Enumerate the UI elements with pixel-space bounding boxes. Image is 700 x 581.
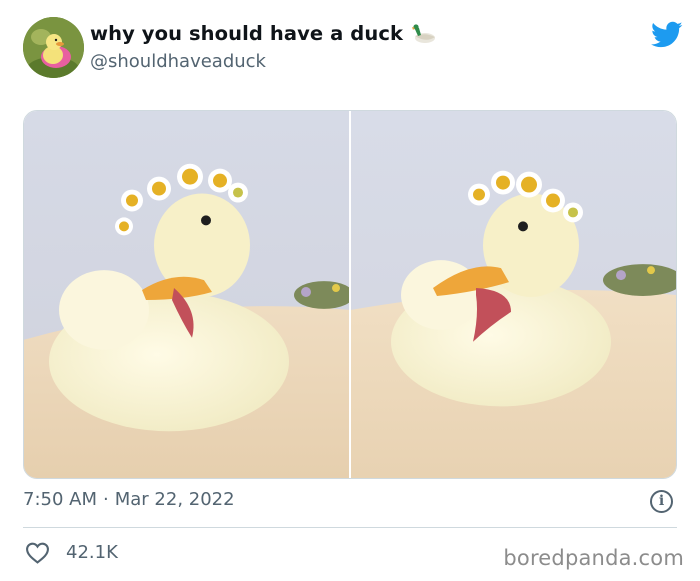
timestamp-separator: ·	[103, 489, 109, 510]
tweet-author: why you should have a duck @shouldhavead…	[90, 22, 437, 72]
tweet-header: why you should have a duck @shouldhavead…	[23, 17, 683, 81]
like-button[interactable]: 42.1K	[25, 541, 118, 564]
tweet-timestamp[interactable]: 7:50 AM · Mar 22, 2022	[23, 489, 235, 510]
display-name-row[interactable]: why you should have a duck	[90, 22, 437, 45]
twitter-bird-icon[interactable]	[651, 21, 683, 49]
duck-photo-right[interactable]	[351, 111, 676, 478]
like-count: 42.1K	[66, 542, 118, 563]
handle[interactable]: @shouldhaveaduck	[90, 51, 437, 72]
avatar[interactable]	[23, 17, 84, 78]
tweet-time[interactable]: 7:50 AM	[23, 489, 97, 510]
display-name[interactable]: why you should have a duck	[90, 22, 403, 45]
tweet-media[interactable]	[23, 110, 677, 479]
tweet-date[interactable]: Mar 22, 2022	[115, 489, 235, 510]
tweet-card: why you should have a duck @shouldhavead…	[0, 0, 700, 581]
info-icon[interactable]: i	[650, 490, 673, 513]
heart-icon[interactable]	[25, 541, 50, 564]
duck-photo-left[interactable]	[24, 111, 349, 478]
divider	[23, 527, 677, 528]
watermark: boredpanda.com	[503, 546, 684, 570]
duck-emoji-icon	[411, 23, 437, 44]
